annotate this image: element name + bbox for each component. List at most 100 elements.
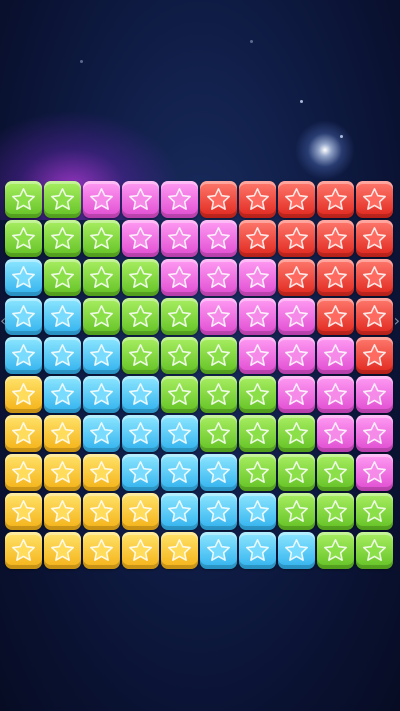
tile-9-8[interactable] [317, 532, 354, 569]
tile-9-3[interactable] [122, 532, 159, 569]
tile-3-5[interactable] [200, 298, 237, 335]
tile-1-0[interactable] [5, 220, 42, 257]
tile-3-8[interactable] [317, 298, 354, 335]
tile-0-1[interactable] [44, 181, 81, 218]
tile-4-1[interactable] [44, 337, 81, 374]
tile-5-9[interactable] [356, 376, 393, 413]
tile-4-3[interactable] [122, 337, 159, 374]
tile-0-3[interactable] [122, 181, 159, 218]
tile-6-3[interactable] [122, 415, 159, 452]
tile-5-5[interactable] [200, 376, 237, 413]
tile-6-4[interactable] [161, 415, 198, 452]
tile-8-5[interactable] [200, 493, 237, 530]
tile-5-4[interactable] [161, 376, 198, 413]
tile-7-6[interactable] [239, 454, 276, 491]
tile-6-8[interactable] [317, 415, 354, 452]
tile-9-9[interactable] [356, 532, 393, 569]
tile-6-1[interactable] [44, 415, 81, 452]
tile-1-2[interactable] [83, 220, 120, 257]
tile-4-7[interactable] [278, 337, 315, 374]
tile-6-6[interactable] [239, 415, 276, 452]
tile-2-3[interactable] [122, 259, 159, 296]
tile-5-0[interactable] [5, 376, 42, 413]
tile-3-9[interactable] [356, 298, 393, 335]
tile-6-5[interactable] [200, 415, 237, 452]
tile-4-2[interactable] [83, 337, 120, 374]
tile-3-3[interactable] [122, 298, 159, 335]
tile-7-0[interactable] [5, 454, 42, 491]
tile-5-8[interactable] [317, 376, 354, 413]
tile-8-7[interactable] [278, 493, 315, 530]
tile-3-0[interactable] [5, 298, 42, 335]
tile-0-7[interactable] [278, 181, 315, 218]
tile-7-8[interactable] [317, 454, 354, 491]
tile-1-7[interactable] [278, 220, 315, 257]
tile-3-1[interactable] [44, 298, 81, 335]
tile-9-2[interactable] [83, 532, 120, 569]
tile-9-5[interactable] [200, 532, 237, 569]
tile-8-3[interactable] [122, 493, 159, 530]
tile-3-6[interactable] [239, 298, 276, 335]
tile-1-9[interactable] [356, 220, 393, 257]
tile-2-4[interactable] [161, 259, 198, 296]
tile-2-9[interactable] [356, 259, 393, 296]
tile-1-3[interactable] [122, 220, 159, 257]
tile-7-5[interactable] [200, 454, 237, 491]
tile-6-0[interactable] [5, 415, 42, 452]
tile-7-7[interactable] [278, 454, 315, 491]
tile-1-5[interactable] [200, 220, 237, 257]
tile-5-1[interactable] [44, 376, 81, 413]
tile-6-9[interactable] [356, 415, 393, 452]
tile-9-7[interactable] [278, 532, 315, 569]
tile-0-5[interactable] [200, 181, 237, 218]
tile-9-4[interactable] [161, 532, 198, 569]
tile-2-2[interactable] [83, 259, 120, 296]
tile-4-4[interactable] [161, 337, 198, 374]
tile-6-2[interactable] [83, 415, 120, 452]
tile-8-8[interactable] [317, 493, 354, 530]
tile-8-9[interactable] [356, 493, 393, 530]
tile-5-7[interactable] [278, 376, 315, 413]
tile-2-6[interactable] [239, 259, 276, 296]
tile-6-7[interactable] [278, 415, 315, 452]
tile-7-2[interactable] [83, 454, 120, 491]
tile-5-3[interactable] [122, 376, 159, 413]
tile-3-4[interactable] [161, 298, 198, 335]
tile-1-1[interactable] [44, 220, 81, 257]
tile-8-6[interactable] [239, 493, 276, 530]
tile-0-8[interactable] [317, 181, 354, 218]
tile-7-9[interactable] [356, 454, 393, 491]
tile-0-4[interactable] [161, 181, 198, 218]
tile-5-6[interactable] [239, 376, 276, 413]
tile-9-1[interactable] [44, 532, 81, 569]
tile-2-8[interactable] [317, 259, 354, 296]
tile-7-4[interactable] [161, 454, 198, 491]
tile-2-0[interactable] [5, 259, 42, 296]
tile-0-9[interactable] [356, 181, 393, 218]
tile-8-4[interactable] [161, 493, 198, 530]
tile-8-2[interactable] [83, 493, 120, 530]
tile-2-5[interactable] [200, 259, 237, 296]
tile-2-7[interactable] [278, 259, 315, 296]
tile-1-8[interactable] [317, 220, 354, 257]
tile-0-2[interactable] [83, 181, 120, 218]
tile-5-2[interactable] [83, 376, 120, 413]
tile-0-6[interactable] [239, 181, 276, 218]
tile-7-3[interactable] [122, 454, 159, 491]
tile-7-1[interactable] [44, 454, 81, 491]
tile-4-6[interactable] [239, 337, 276, 374]
tile-0-0[interactable] [5, 181, 42, 218]
tile-9-0[interactable] [5, 532, 42, 569]
tile-3-2[interactable] [83, 298, 120, 335]
tile-4-9[interactable] [356, 337, 393, 374]
tile-8-0[interactable] [5, 493, 42, 530]
tile-4-8[interactable] [317, 337, 354, 374]
tile-1-6[interactable] [239, 220, 276, 257]
tile-4-0[interactable] [5, 337, 42, 374]
tile-8-1[interactable] [44, 493, 81, 530]
tile-3-7[interactable] [278, 298, 315, 335]
tile-2-1[interactable] [44, 259, 81, 296]
tile-9-6[interactable] [239, 532, 276, 569]
tile-4-5[interactable] [200, 337, 237, 374]
tile-1-4[interactable] [161, 220, 198, 257]
